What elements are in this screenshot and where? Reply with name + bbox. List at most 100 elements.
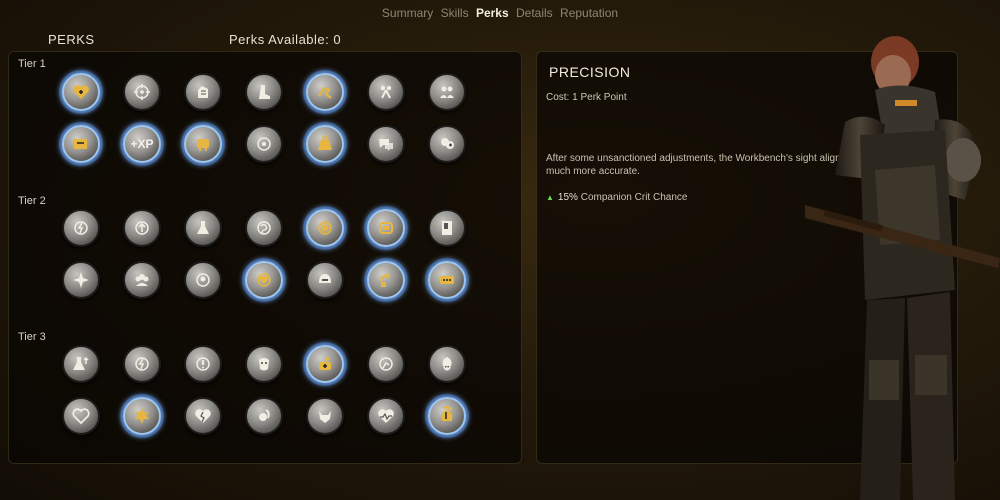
tier-1-label: Tier 1 bbox=[18, 58, 46, 70]
perk-button[interactable] bbox=[367, 261, 405, 299]
heart-pulse-icon bbox=[378, 409, 394, 423]
chat-bubbles-icon bbox=[379, 139, 393, 151]
group-heads-icon bbox=[135, 274, 149, 286]
perk-button[interactable] bbox=[184, 73, 222, 111]
perk-button[interactable] bbox=[367, 209, 405, 247]
perk-button[interactable] bbox=[306, 345, 344, 383]
perk-button[interactable] bbox=[306, 209, 344, 247]
alert-crosshair-icon bbox=[196, 357, 210, 371]
tier-3-label: Tier 3 bbox=[18, 331, 46, 343]
stat-up-arrow-icon: ▲ bbox=[546, 193, 554, 202]
perk-button[interactable] bbox=[428, 261, 466, 299]
perk-detail-panel: PRECISION Cost: 1 Perk Point After some … bbox=[536, 51, 958, 464]
perk-button[interactable] bbox=[245, 345, 283, 383]
tab-details[interactable]: Details bbox=[516, 6, 553, 20]
perk-button[interactable] bbox=[123, 397, 161, 435]
perk-button[interactable] bbox=[306, 73, 344, 111]
burst-crosshair-icon bbox=[318, 221, 332, 235]
perks-available: Perks Available: 0 bbox=[229, 32, 342, 47]
perk-button[interactable] bbox=[428, 345, 466, 383]
tab-perks[interactable]: Perks bbox=[476, 6, 509, 20]
helmet-icon bbox=[319, 274, 331, 283]
perk-button[interactable] bbox=[306, 397, 344, 435]
perk-button[interactable]: +XP bbox=[123, 125, 161, 163]
heart-crack-icon bbox=[195, 409, 211, 423]
running-foot-icon bbox=[318, 86, 332, 99]
perk-button[interactable] bbox=[62, 209, 100, 247]
perk-button[interactable] bbox=[123, 345, 161, 383]
perk-button[interactable] bbox=[184, 261, 222, 299]
heads-plus-icon bbox=[441, 138, 454, 149]
perk-button[interactable] bbox=[62, 261, 100, 299]
hand-armor-icon bbox=[198, 86, 208, 98]
perk-button[interactable] bbox=[306, 125, 344, 163]
target-dot-icon bbox=[257, 137, 271, 151]
perk-name: PRECISION bbox=[549, 64, 631, 80]
perk-button[interactable] bbox=[245, 209, 283, 247]
perk-button[interactable] bbox=[428, 73, 466, 111]
tab-skills[interactable]: Skills bbox=[441, 6, 469, 20]
perk-button[interactable] bbox=[123, 73, 161, 111]
perk-button[interactable] bbox=[428, 209, 466, 247]
head-crosshair-icon bbox=[196, 273, 210, 287]
perk-button[interactable] bbox=[123, 261, 161, 299]
perk-button[interactable] bbox=[245, 125, 283, 163]
starburst-icon bbox=[73, 272, 89, 288]
weight-icon bbox=[318, 135, 332, 150]
mask-head-icon bbox=[259, 358, 269, 371]
perk-button[interactable] bbox=[306, 261, 344, 299]
stat-label: Companion Crit Chance bbox=[580, 192, 688, 203]
perk-description: After some unsanctioned adjustments, the… bbox=[546, 153, 892, 177]
wolf-head-icon bbox=[319, 411, 331, 423]
perk-button[interactable] bbox=[62, 397, 100, 435]
running-crosshair-icon bbox=[379, 357, 393, 371]
heart-icon bbox=[72, 408, 90, 425]
heart-crosshair-icon bbox=[257, 273, 271, 287]
perk-button[interactable] bbox=[367, 397, 405, 435]
bolt-crosshair-icon bbox=[135, 357, 149, 371]
perk-button[interactable] bbox=[184, 397, 222, 435]
perk-button[interactable] bbox=[245, 261, 283, 299]
perk-button[interactable] bbox=[62, 125, 100, 163]
perk-button[interactable] bbox=[245, 73, 283, 111]
perk-button[interactable] bbox=[245, 397, 283, 435]
xp-icon: +XP bbox=[130, 137, 154, 151]
loop-arrows-icon bbox=[380, 273, 391, 287]
skull-flame-icon bbox=[442, 357, 452, 371]
perk-button[interactable] bbox=[367, 345, 405, 383]
perk-grid-panel: Tier 1 Tier 2 Tier 3 +XP bbox=[8, 51, 522, 464]
two-people-icon bbox=[440, 86, 454, 98]
perk-button[interactable] bbox=[428, 125, 466, 163]
bolt-crosshair-icon bbox=[74, 221, 88, 235]
perk-button[interactable] bbox=[184, 345, 222, 383]
explosion-icon bbox=[134, 408, 150, 424]
vending-machine-icon bbox=[442, 221, 452, 235]
perk-button[interactable] bbox=[123, 209, 161, 247]
feather-head-icon bbox=[259, 409, 270, 421]
arrow-crosshair-icon bbox=[135, 221, 149, 235]
flask-up-icon bbox=[73, 356, 89, 370]
plus-figure-icon bbox=[319, 357, 331, 370]
split-figures-icon bbox=[380, 85, 392, 99]
perk-button[interactable] bbox=[367, 125, 405, 163]
perk-button[interactable] bbox=[367, 73, 405, 111]
carry-hand-icon bbox=[197, 139, 209, 151]
perk-button[interactable] bbox=[62, 345, 100, 383]
perk-button[interactable] bbox=[184, 209, 222, 247]
keypad-icon bbox=[440, 276, 454, 284]
flask-icon bbox=[197, 221, 209, 234]
tier-2-label: Tier 2 bbox=[18, 195, 46, 207]
ammo-box-icon bbox=[74, 139, 87, 149]
tab-summary[interactable]: Summary bbox=[382, 6, 433, 20]
perk-cost: Cost: 1 Perk Point bbox=[546, 92, 627, 103]
perks-title: PERKS bbox=[48, 32, 95, 47]
perk-button[interactable] bbox=[62, 73, 100, 111]
swirl-crosshair-icon bbox=[257, 221, 271, 235]
perk-button[interactable] bbox=[428, 397, 466, 435]
perk-stat: ▲ 15% Companion Crit Chance bbox=[546, 192, 687, 203]
spartan-helmet-icon bbox=[441, 406, 453, 421]
ammo-clip-icon bbox=[379, 222, 393, 234]
top-nav: Summary Skills Perks Details Reputation bbox=[0, 6, 1000, 20]
perk-button[interactable] bbox=[184, 125, 222, 163]
tab-reputation[interactable]: Reputation bbox=[560, 6, 618, 20]
